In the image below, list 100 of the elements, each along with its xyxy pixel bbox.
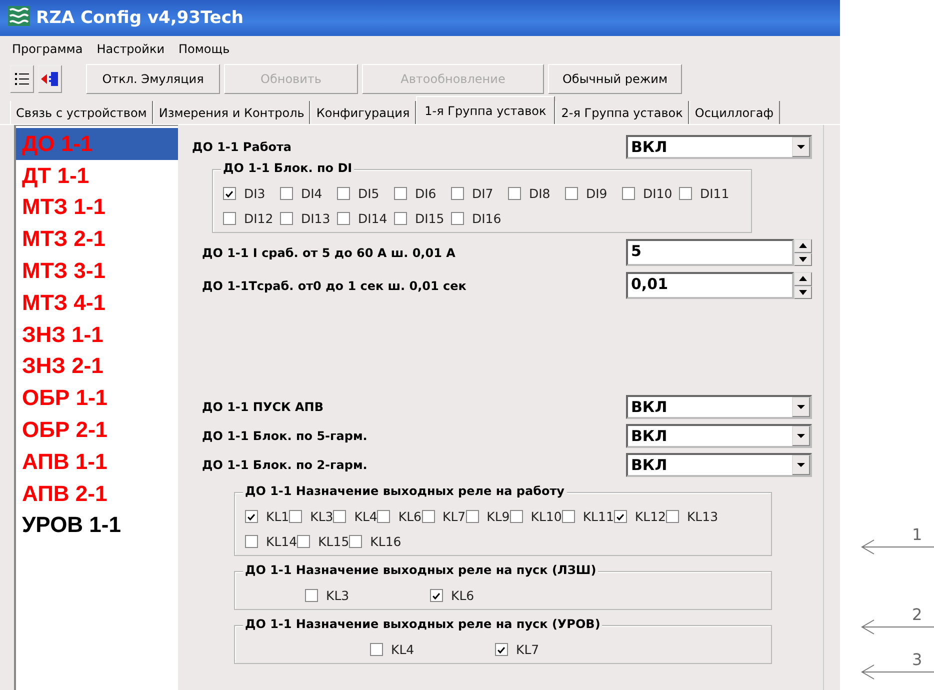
item-label: ДО 1-1	[22, 130, 93, 157]
item-label: МТЗ 1-1	[22, 194, 106, 220]
item-label: МТЗ 3-1	[22, 258, 106, 284]
setting-label: ДО 1-1 Работа	[192, 140, 292, 154]
toolbar-button[interactable]: Откл. Эмуляция	[86, 64, 220, 94]
checkbox[interactable]: KL4	[370, 642, 495, 657]
protection-list[interactable]: ДО 1-1 ДТ 1-1 МТЗ 1-1 МТЗ 2-1 МТЗ 3-1 МТЗ 4-1 ЗНЗ 1-1 ЗНЗ 2-1 ОБР 1-1 ОБР 2-1 АПВ 1-1 АПВ 2-1 УРОВ 1-1	[14, 125, 178, 690]
checkbox[interactable]: KL6	[430, 588, 555, 603]
checkbox[interactable]: DI3	[223, 186, 280, 201]
checkbox[interactable]: KL14	[245, 534, 298, 549]
dropdown[interactable]: ВКЛ	[626, 135, 812, 159]
number-field[interactable]: 5	[626, 239, 794, 266]
arrow-icon	[860, 539, 934, 555]
list-item[interactable]: АПВ 1-1	[16, 446, 178, 478]
checkbox[interactable]: DI6	[394, 186, 451, 201]
checkbox[interactable]: DI4	[280, 186, 337, 201]
spin-up-icon[interactable]	[794, 239, 812, 252]
group-title: ДО 1-1 Назначение выходных реле на работу	[243, 484, 566, 498]
group-title: ДО 1-1 Назначение выходных реле на пуск (УРОВ)	[243, 617, 602, 631]
checkbox[interactable]: DI13	[280, 211, 337, 226]
spin-up-icon[interactable]	[794, 272, 812, 286]
callout-number: 1	[912, 525, 922, 544]
checkbox[interactable]: KL13	[666, 509, 718, 524]
list-icon[interactable]	[10, 65, 34, 93]
list-item[interactable]: АПВ 2-1	[16, 478, 178, 510]
checkbox[interactable]: KL7	[422, 509, 466, 524]
setting-label: ДО 1-1Тсраб. от0 до 1 сек ш. 0,01 сек	[202, 278, 466, 292]
menu-item[interactable]: Настройки	[96, 42, 164, 56]
dropdown-value: ВКЛ	[631, 138, 668, 156]
checkbox[interactable]: KL10	[510, 509, 562, 524]
list-item[interactable]: ДТ 1-1	[16, 160, 178, 192]
callout-number: 3	[912, 650, 922, 669]
spin-down-icon[interactable]	[794, 252, 812, 266]
item-label: МТЗ 2-1	[22, 226, 106, 252]
tab[interactable]: Измерения и Контроль	[152, 101, 310, 124]
checkbox[interactable]: KL1	[245, 509, 290, 524]
item-label: АПВ 2-1	[22, 480, 108, 507]
checkbox[interactable]: KL7	[495, 642, 620, 657]
tab[interactable]: 2-я Группа уставок	[555, 101, 689, 124]
list-item[interactable]: УРОВ 1-1	[16, 510, 178, 542]
callout-number: 2	[912, 605, 922, 624]
checkbox[interactable]: KL9	[466, 509, 510, 524]
list-item[interactable]: ОБР 1-1	[16, 382, 178, 414]
checkbox[interactable]: KL4	[333, 509, 378, 524]
list-item[interactable]: ЗНЗ 1-1	[16, 318, 178, 351]
group-title: ДО 1-1 Назначение выходных реле на пуск (ЛЗШ)	[243, 563, 598, 577]
checkbox[interactable]: DI10	[622, 186, 679, 201]
dropdown-value: ВКЛ	[631, 456, 668, 474]
number-field[interactable]: 0,01	[626, 272, 794, 299]
checkbox[interactable]: DI7	[451, 186, 508, 201]
checkbox[interactable]: DI15	[394, 211, 451, 226]
checkbox[interactable]: DI9	[565, 186, 622, 201]
dropdown[interactable]: ВКЛ	[626, 424, 812, 448]
setting-label: ДО 1-1 I сраб. от 5 до 60 А ш. 0,01 А	[202, 246, 456, 260]
checkbox[interactable]: KL12	[614, 509, 666, 524]
dropdown-value: ВКЛ	[631, 398, 668, 416]
checkbox[interactable]: KL3	[289, 509, 334, 524]
list-item[interactable]: МТЗ 2-1	[16, 223, 178, 256]
item-label: АПВ 1-1	[22, 448, 108, 475]
item-label: УРОВ 1-1	[22, 512, 121, 538]
menu-item[interactable]: Помощь	[178, 42, 230, 56]
checkbox[interactable]: KL11	[562, 509, 614, 524]
dropdown[interactable]: ВКЛ	[626, 395, 812, 419]
setting-label: ДО 1-1 Блок. по 5-гарм.	[202, 429, 368, 443]
list-item[interactable]: МТЗ 3-1	[16, 255, 178, 287]
window-title: RZA Config v4,93Tech	[36, 8, 244, 28]
list-item[interactable]: МТЗ 1-1	[16, 192, 178, 224]
checkbox[interactable]: KL16	[349, 534, 402, 549]
group-title: ДО 1-1 Блок. по DI	[221, 161, 354, 175]
setting-label: ДО 1-1 ПУСК АПВ	[202, 400, 324, 414]
item-label: ЗНЗ 2-1	[22, 353, 104, 380]
dropdown-value: ВКЛ	[631, 427, 668, 445]
dropdown[interactable]: ВКЛ	[626, 453, 812, 477]
list-item[interactable]: ЗНЗ 2-1	[16, 350, 178, 382]
item-label: ОБР 1-1	[22, 385, 108, 412]
list-item[interactable]: ОБР 2-1	[16, 414, 178, 446]
list-item[interactable]: МТЗ 4-1	[16, 286, 178, 319]
tab[interactable]: 1-я Группа уставок	[416, 96, 556, 124]
spin-down-icon[interactable]	[794, 286, 812, 299]
item-label: ОБР 2-1	[22, 417, 108, 444]
tab[interactable]: Связь с устройством	[10, 101, 153, 124]
checkbox[interactable]: DI12	[223, 211, 280, 226]
item-label: МТЗ 4-1	[22, 290, 106, 316]
item-label: ДТ 1-1	[22, 162, 90, 189]
tab[interactable]: Осциллогаф	[688, 101, 780, 124]
checkbox[interactable]: KL15	[297, 534, 350, 549]
checkbox[interactable]: KL3	[305, 588, 430, 603]
arrow-icon	[860, 664, 934, 680]
checkbox[interactable]: DI14	[337, 211, 394, 226]
checkbox[interactable]: KL6	[377, 509, 422, 524]
checkbox[interactable]: DI16	[451, 211, 508, 226]
setting-label: ДО 1-1 Блок. по 2-гарм.	[202, 458, 368, 472]
checkbox[interactable]: DI11	[679, 186, 736, 201]
checkbox[interactable]: DI5	[337, 186, 394, 201]
arrow-icon	[860, 619, 934, 635]
item-label: ЗНЗ 1-1	[22, 322, 104, 348]
toolbar-button[interactable]: Обычный режим	[548, 64, 682, 94]
menu-item[interactable]: Программа	[12, 42, 83, 56]
plug-icon[interactable]	[38, 65, 62, 93]
checkbox[interactable]: DI8	[508, 186, 565, 201]
